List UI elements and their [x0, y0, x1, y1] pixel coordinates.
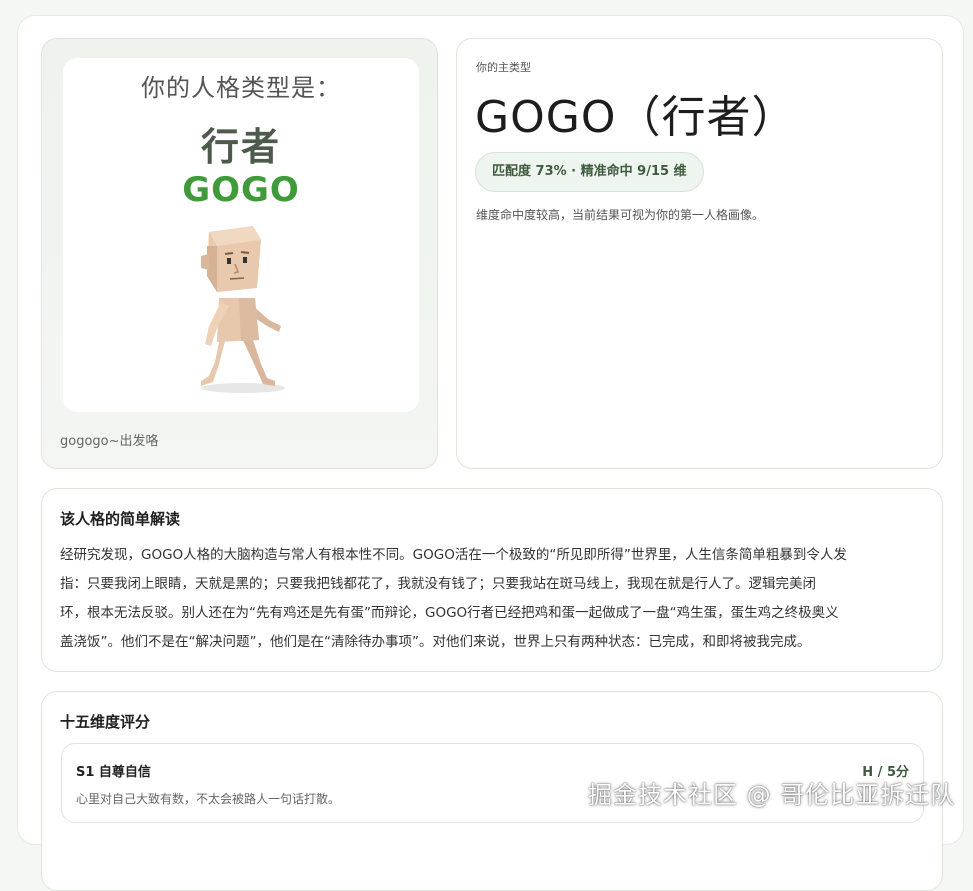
- dimension-label: S1 自尊自信: [76, 765, 151, 780]
- poster-caption: gogogo~出发咯: [60, 434, 159, 449]
- match-score-badge: 匹配度 73% · 精准命中 9/15 维: [475, 152, 704, 192]
- main-type-card: 你的主类型 GOGO（行者） 匹配度 73% · 精准命中 9/15 维 维度命…: [456, 38, 943, 469]
- interpretation-line: 指：只要我闭上眼睛，天就是黑的；只要我把钱都花了，我就没有钱了；只要我站在斑马线…: [60, 576, 816, 592]
- main-type-description: 维度命中度较高，当前结果可视为你的第一人格画像。: [476, 208, 765, 222]
- watermark-text: 掘金技术社区 @ 哥伦比亚拆迁队: [588, 781, 956, 809]
- dimension-description: 心里对自己大致有数，不太会被路人一句话打散。: [76, 792, 341, 806]
- poster-type-name-cn: 行者: [200, 125, 281, 169]
- interpretation-line: 环，根本无法反驳。别人还在为“先有鸡还是先有蛋”而辩论，GOGO行者已经把鸡和蛋…: [60, 605, 839, 621]
- interpretation-body: 经研究发现，GOGO人格的大脑构造与常人有根本性不同。GOGO活在一个极致的“所…: [60, 541, 926, 657]
- interpretation-line: 盖浇饭”。他们不是在“解决问题”，他们是在“清除待办事项”。对他们来说，世界上只…: [60, 634, 811, 650]
- dimensions-title: 十五维度评分: [60, 713, 151, 731]
- poster-card: 你的人格类型是： 行者 GOGO gogogo~出发咯: [41, 38, 438, 469]
- main-type-eyebrow: 你的主类型: [476, 61, 531, 74]
- interpretation-card: 该人格的简单解读 经研究发现，GOGO人格的大脑构造与常人有根本性不同。GOGO…: [41, 488, 943, 672]
- interpretation-title: 该人格的简单解读: [60, 510, 181, 528]
- result-page: 你的人格类型是： 行者 GOGO gogogo~出发咯 你的主类型 GOGO（行…: [17, 15, 964, 891]
- walking-figure-illustration: [201, 226, 285, 393]
- poster-heading: 你的人格类型是：: [141, 74, 341, 102]
- poster-type-name-en: GOGO: [182, 170, 300, 210]
- personality-poster-image: 你的人格类型是： 行者 GOGO: [63, 58, 419, 412]
- interpretation-line: 经研究发现，GOGO人格的大脑构造与常人有根本性不同。GOGO活在一个极致的“所…: [60, 547, 847, 563]
- main-type-name: GOGO（行者）: [475, 92, 797, 143]
